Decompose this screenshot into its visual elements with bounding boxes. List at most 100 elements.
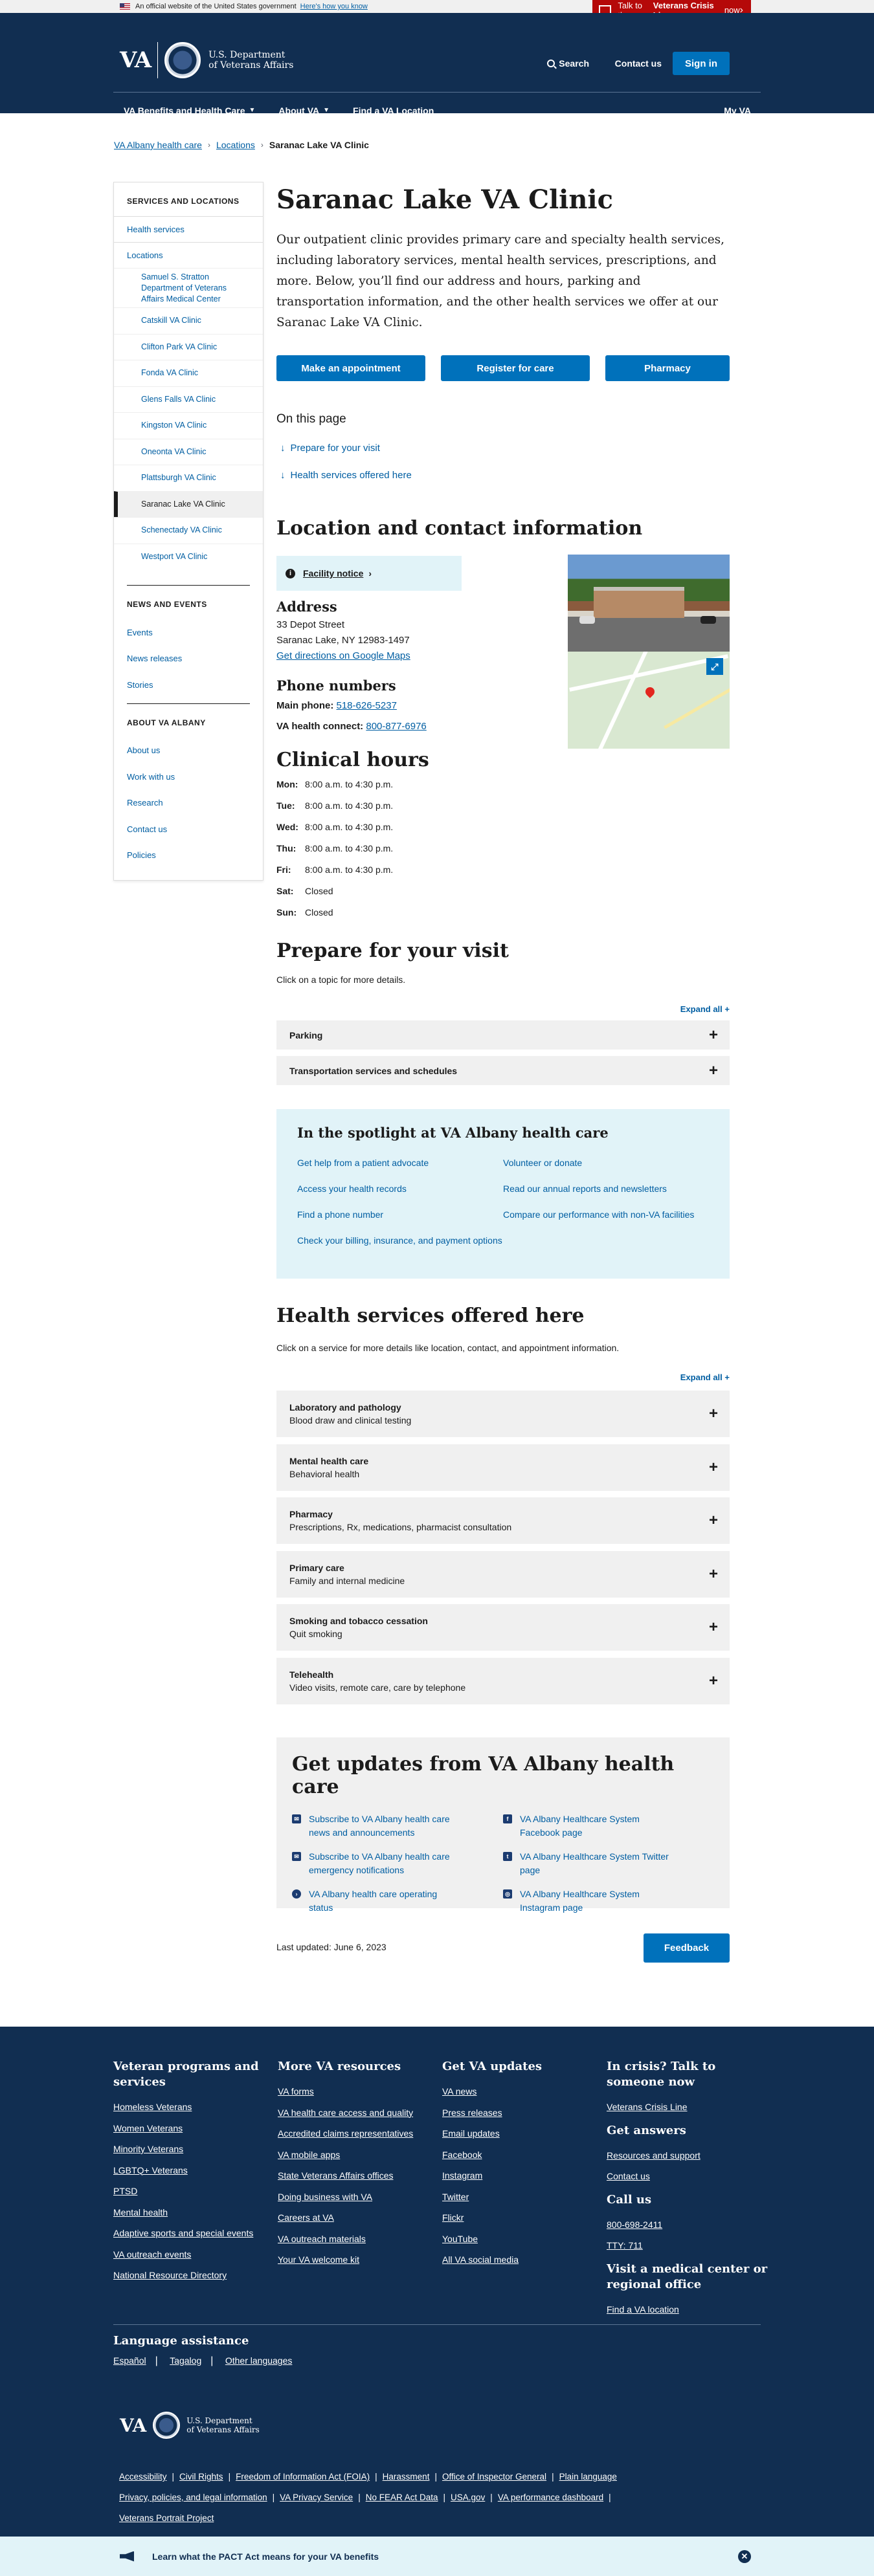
service-accordion[interactable]: Smoking and tobacco cessation Quit smokin… — [276, 1604, 730, 1651]
footer-bottom-link[interactable]: Plain language — [559, 2472, 617, 2482]
sidebar-item-news[interactable]: Events — [114, 619, 263, 646]
sidebar-item-location[interactable]: Samuel S. Stratton Department of Veteran… — [114, 268, 263, 307]
footer-link[interactable]: Homeless Veterans — [113, 2102, 269, 2112]
make-appointment-button[interactable]: Make an appointment — [276, 355, 425, 381]
spotlight-link[interactable]: Check your billing, insurance, and payme… — [297, 1234, 503, 1247]
footer-bottom-link[interactable]: Privacy, policies, and legal information — [119, 2493, 267, 2502]
va-logo[interactable]: VA U.S. Department of Veterans Affairs — [120, 42, 293, 78]
twitter-link[interactable]: VA Albany Healthcare System Twitter page — [520, 1850, 669, 1877]
footer-link[interactable]: Minority Veterans — [113, 2144, 269, 2154]
spotlight-link[interactable]: Compare our performance with non-VA faci… — [503, 1208, 709, 1221]
instagram-link[interactable]: VA Albany Healthcare System Instagram pa… — [520, 1888, 669, 1915]
nav-find-location[interactable]: Find a VA Location — [353, 105, 434, 116]
health-connect-link[interactable]: 800-877-6976 — [366, 721, 426, 732]
sidebar-item-about[interactable]: Policies — [114, 842, 263, 869]
operating-status-link[interactable]: VA Albany health care operating status — [309, 1888, 458, 1915]
footer-link[interactable]: State Veterans Affairs offices — [278, 2170, 433, 2181]
expand-map-icon[interactable]: ⤢ — [706, 658, 723, 675]
footer-link[interactable]: Careers at VA — [278, 2212, 433, 2223]
sidebar-item-location[interactable]: Glens Falls VA Clinic — [114, 386, 263, 413]
footer-bottom-link[interactable]: Veterans Portrait Project — [119, 2513, 214, 2523]
sidebar-item-health-services[interactable]: Health services — [114, 216, 263, 242]
spotlight-link[interactable]: Volunteer or donate — [503, 1156, 709, 1169]
footer-link[interactable]: VA mobile apps — [278, 2150, 433, 2160]
footer-link[interactable]: Instagram — [442, 2170, 598, 2181]
nav-my-va[interactable]: My VA — [724, 105, 751, 116]
location-map[interactable]: ⤢ — [568, 652, 730, 749]
expand-all-services[interactable]: Expand all + — [680, 1372, 730, 1382]
spotlight-link[interactable]: Access your health records — [297, 1182, 503, 1195]
search-button[interactable]: Search — [547, 58, 589, 69]
nav-benefits-health[interactable]: VA Benefits and Health Care ▼ — [124, 105, 255, 116]
sidebar-item-about[interactable]: Work with us — [114, 764, 263, 790]
footer-phone-link[interactable]: 800-698-2411 — [607, 2219, 768, 2230]
facility-notice[interactable]: i Facility notice › — [276, 556, 462, 591]
accordion-parking[interactable]: Parking + — [276, 1020, 730, 1050]
service-accordion[interactable]: Mental health care Behavioral health + — [276, 1444, 730, 1491]
footer-link[interactable]: Email updates — [442, 2128, 598, 2139]
service-accordion[interactable]: Pharmacy Prescriptions, Rx, medications, … — [276, 1497, 730, 1544]
service-accordion[interactable]: Telehealth Video visits, remote care, car… — [276, 1657, 730, 1704]
footer-link[interactable]: Doing business with VA — [278, 2192, 433, 2202]
pact-act-banner[interactable]: Learn what the PACT Act means for your V… — [0, 2537, 874, 2576]
footer-link[interactable]: Accredited claims representatives — [278, 2128, 433, 2139]
footer-link[interactable]: VA health care access and quality — [278, 2108, 433, 2118]
footer-find-location-link[interactable]: Find a VA location — [607, 2304, 768, 2315]
lang-tagalog[interactable]: Tagalog — [170, 2355, 201, 2366]
spotlight-link[interactable]: Get help from a patient advocate — [297, 1156, 503, 1169]
register-for-care-button[interactable]: Register for care — [441, 355, 590, 381]
jump-link-services[interactable]: ↓ Health services offered here — [280, 470, 412, 481]
footer-bottom-link[interactable]: Freedom of Information Act (FOIA) — [236, 2472, 370, 2482]
footer-contact-link[interactable]: Contact us — [607, 2171, 768, 2181]
footer-resources-link[interactable]: Resources and support — [607, 2150, 768, 2161]
breadcrumb-locations[interactable]: Locations — [216, 140, 255, 150]
subscribe-news-link[interactable]: Subscribe to VA Albany health care news … — [309, 1812, 458, 1840]
footer-tty-link[interactable]: TTY: 711 — [607, 2240, 768, 2251]
feedback-button[interactable]: Feedback — [644, 1933, 730, 1963]
sidebar-item-location[interactable]: Westport VA Clinic — [114, 543, 263, 570]
contact-us-link[interactable]: Contact us — [615, 58, 662, 69]
expand-all-prepare[interactable]: Expand all + — [680, 1004, 730, 1014]
footer-link[interactable]: YouTube — [442, 2234, 598, 2244]
sidebar-item-about[interactable]: Research — [114, 790, 263, 817]
footer-link[interactable]: Twitter — [442, 2192, 598, 2202]
pharmacy-button[interactable]: Pharmacy — [605, 355, 730, 381]
footer-link[interactable]: VA outreach events — [113, 2249, 269, 2260]
footer-link[interactable]: LGBTQ+ Veterans — [113, 2165, 269, 2175]
service-accordion[interactable]: Primary care Family and internal medicine… — [276, 1550, 730, 1598]
accordion-transportation[interactable]: Transportation services and schedules + — [276, 1056, 730, 1085]
spotlight-link[interactable]: Read our annual reports and newsletters — [503, 1182, 709, 1195]
facility-notice-link[interactable]: Facility notice — [303, 568, 363, 578]
directions-link[interactable]: Get directions on Google Maps — [276, 650, 410, 661]
footer-link[interactable]: Flickr — [442, 2212, 598, 2223]
sidebar-item-location[interactable]: Plattsburgh VA Clinic — [114, 465, 263, 491]
footer-link[interactable]: Mental health — [113, 2207, 269, 2218]
sign-in-button[interactable]: Sign in — [673, 52, 730, 75]
footer-link[interactable]: PTSD — [113, 2186, 269, 2196]
footer-bottom-link[interactable]: Accessibility — [119, 2472, 167, 2482]
footer-link[interactable]: Women Veterans — [113, 2123, 269, 2133]
lang-other[interactable]: Other languages — [225, 2355, 293, 2366]
breadcrumb-albany[interactable]: VA Albany health care — [114, 140, 202, 150]
footer-bottom-link[interactable]: Office of Inspector General — [442, 2472, 546, 2482]
footer-bottom-link[interactable]: Harassment — [383, 2472, 430, 2482]
footer-link[interactable]: Adaptive sports and special events — [113, 2228, 269, 2238]
footer-link[interactable]: VA outreach materials — [278, 2234, 433, 2244]
sidebar-item-location[interactable]: Kingston VA Clinic — [114, 412, 263, 439]
sidebar-item-about[interactable]: About us — [114, 738, 263, 764]
sidebar-item-location[interactable]: Clifton Park VA Clinic — [114, 333, 263, 360]
close-icon[interactable]: ✕ — [738, 2549, 751, 2563]
sidebar-item-about[interactable]: Contact us — [114, 816, 263, 842]
footer-link[interactable]: Press releases — [442, 2108, 598, 2118]
service-accordion[interactable]: Laboratory and pathology Blood draw and c… — [276, 1391, 730, 1437]
main-phone-link[interactable]: 518-626-5237 — [337, 700, 397, 711]
facebook-link[interactable]: VA Albany Healthcare System Facebook pag… — [520, 1812, 669, 1840]
footer-va-logo[interactable]: VA U.S. Department of Veterans Affairs — [120, 2412, 260, 2439]
sidebar-item-news[interactable]: News releases — [114, 646, 263, 672]
jump-link-prepare[interactable]: ↓ Prepare for your visit — [280, 443, 380, 454]
footer-bottom-link[interactable]: No FEAR Act Data — [366, 2493, 438, 2502]
how-you-know-link[interactable]: Here's how you know — [300, 3, 368, 10]
sidebar-item-news[interactable]: Stories — [114, 672, 263, 698]
footer-link[interactable]: Facebook — [442, 2150, 598, 2160]
footer-link[interactable]: Your VA welcome kit — [278, 2254, 433, 2265]
